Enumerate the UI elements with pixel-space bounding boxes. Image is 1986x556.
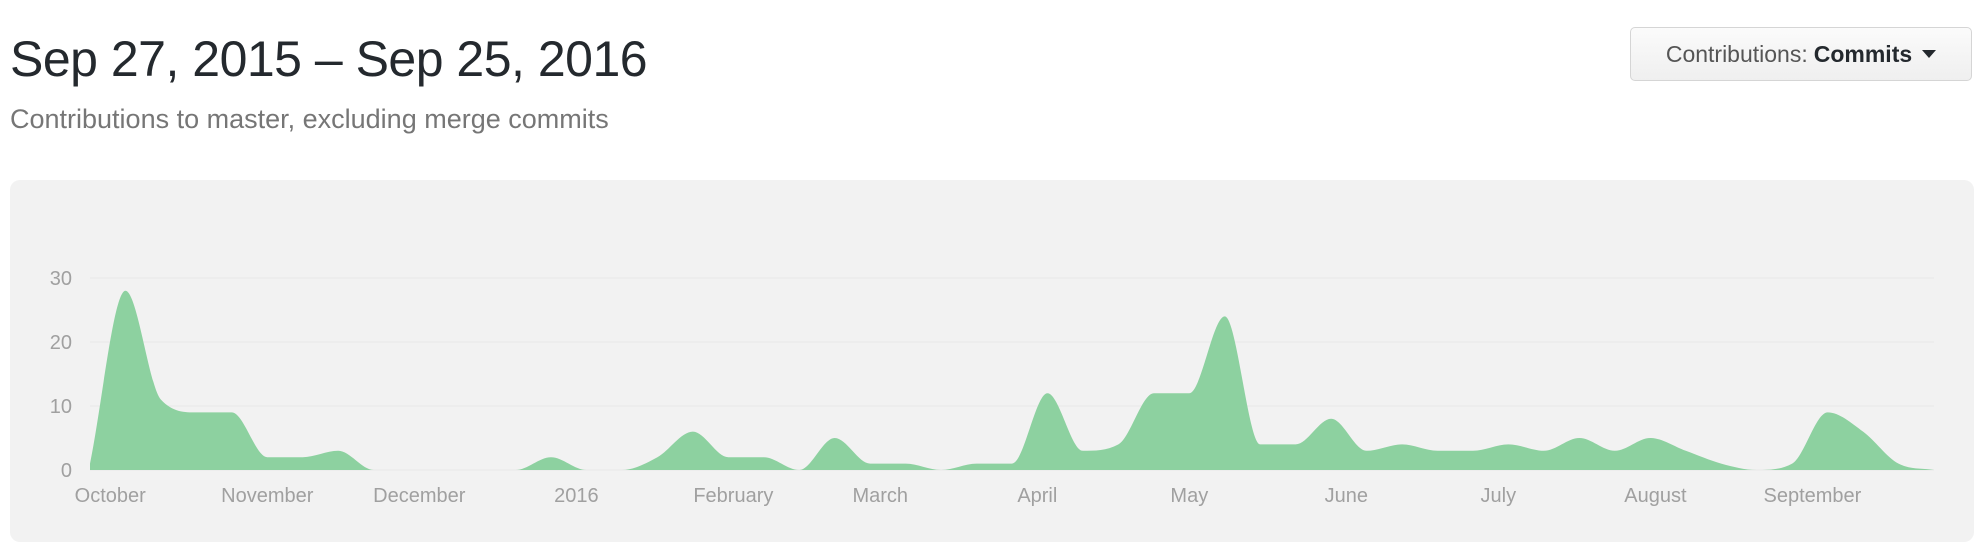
data-point [87,461,93,467]
data-point [938,467,944,473]
x-tick-label: November [221,485,314,507]
x-tick-label: October [75,485,146,507]
y-tick-label: 10 [50,396,72,418]
data-point [335,448,341,454]
page-title: Sep 27, 2015 – Sep 25, 2016 [10,31,648,87]
data-point [1931,467,1937,473]
x-tick-label: May [1170,485,1208,507]
x-tick-label: February [693,485,773,507]
data-point [761,454,767,460]
data-point [477,467,483,473]
data-point [832,435,838,441]
x-tick-label: July [1481,485,1517,507]
data-point [619,467,625,473]
page-subtitle: Contributions to master, excluding merge… [10,104,609,134]
data-point [1186,390,1192,396]
data-point [1612,448,1618,454]
data-point [122,288,128,294]
data-point [1896,461,1902,467]
x-tick-label: September [1763,485,1861,507]
data-point [1399,441,1405,447]
data-point [1115,441,1121,447]
data-point [1718,461,1724,467]
data-point [1364,448,1370,454]
data-point [1789,461,1795,467]
y-tick-label: 30 [50,268,72,290]
y-tick-label: 0 [61,460,72,482]
data-point [974,461,980,467]
data-point [513,467,519,473]
data-point [1860,429,1866,435]
data-point [1505,441,1511,447]
data-point [1470,448,1476,454]
commits-area-series [90,290,1934,470]
data-point [1647,435,1653,441]
data-point [1222,313,1228,319]
contributions-button-label: Contributions: [1665,40,1808,67]
data-point [1080,448,1086,454]
x-tick-label: December [373,485,466,507]
data-point [406,467,412,473]
data-point [796,467,802,473]
x-tick-label: March [852,485,908,507]
contributions-chart: 0 10 20 30 October November December 2016 Febru… [50,268,1937,507]
data-point [1009,461,1015,467]
data-point [1328,416,1334,422]
data-point [867,461,873,467]
data-point [1541,448,1547,454]
x-tick-label: 2016 [554,485,599,507]
contributions-button-value: Commits [1813,40,1913,67]
data-point [690,429,696,435]
data-point [1754,467,1760,473]
contributions-type-dropdown-button[interactable]: Contributions: Commits [1630,27,1972,81]
data-point [371,467,377,473]
contributions-chart-panel: 0 10 20 30 October November December 2016 Febru… [10,180,1974,542]
data-point [158,397,164,403]
data-point [1825,409,1831,415]
data-point [1683,448,1689,454]
data-point [1435,448,1441,454]
data-point [583,467,589,473]
data-point [548,454,554,460]
data-point [442,467,448,473]
data-point [300,454,306,460]
y-tick-label: 20 [50,332,72,354]
data-point [193,409,199,415]
data-point [725,454,731,460]
data-point [654,454,660,460]
x-tick-label: August [1624,485,1687,507]
caret-down-icon [1922,50,1937,58]
data-point [229,409,235,415]
data-point [1576,435,1582,441]
data-point [1044,390,1050,396]
data-point [1151,390,1157,396]
data-point [1293,441,1299,447]
data-point [264,454,270,460]
data-point [903,461,909,467]
x-tick-label: April [1017,485,1057,507]
data-point [1257,441,1263,447]
x-tick-label: June [1325,485,1368,507]
